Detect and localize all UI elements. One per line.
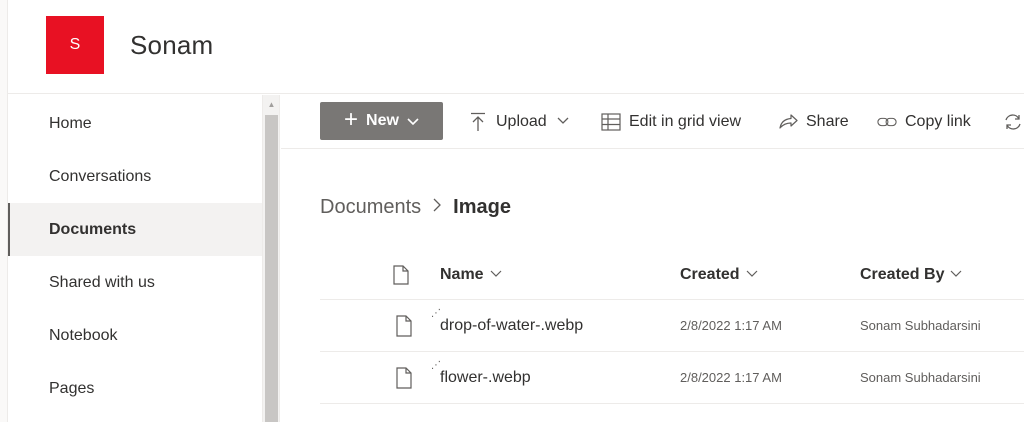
- created-date: 2/8/2022 1:17 AM: [680, 370, 782, 385]
- scroll-thumb[interactable]: [265, 115, 278, 422]
- chevron-down-icon: [490, 269, 502, 281]
- site-logo[interactable]: S: [46, 16, 104, 74]
- nav-item-label: Pages: [49, 379, 95, 397]
- table-row[interactable]: ⋰ drop-of-water-.webp 2/8/2022 1:17 AM S…: [320, 300, 1024, 352]
- sync-icon: [1003, 112, 1023, 132]
- nav-item-label: Home: [49, 114, 92, 132]
- copy-link-button[interactable]: Copy link: [877, 109, 971, 135]
- chevron-down-icon: [557, 116, 569, 128]
- created-by[interactable]: Sonam Subhadarsini: [860, 300, 981, 351]
- nav-item-documents[interactable]: Documents: [8, 203, 262, 256]
- new-button[interactable]: + New: [320, 102, 443, 140]
- column-header-created-by[interactable]: Created By: [860, 250, 962, 299]
- copy-link-label: Copy link: [905, 113, 971, 130]
- breadcrumb-parent[interactable]: Documents: [320, 196, 421, 219]
- nav-item-home[interactable]: Home: [8, 97, 262, 150]
- nav-item-label: Conversations: [49, 167, 152, 185]
- file-name-link[interactable]: drop-of-water-.webp: [440, 300, 583, 351]
- share-button[interactable]: Share: [778, 109, 849, 135]
- edit-in-grid-view-button[interactable]: Edit in grid view: [601, 109, 741, 135]
- chevron-down-icon: [950, 269, 962, 281]
- created-by[interactable]: Sonam Subhadarsini: [860, 352, 981, 403]
- table-row[interactable]: ⋰ flower-.webp 2/8/2022 1:17 AM Sonam Su…: [320, 352, 1024, 404]
- nav-item-pages[interactable]: Pages: [8, 362, 262, 415]
- sync-button[interactable]: [1003, 109, 1023, 135]
- nav-item-conversations[interactable]: Conversations: [8, 150, 262, 203]
- upload-arrow-icon: [468, 112, 488, 132]
- upload-label: Upload: [496, 113, 547, 130]
- nav-item-label: Documents: [49, 220, 137, 238]
- nav-item-label: Shared with us: [49, 273, 155, 291]
- file-type-header-icon[interactable]: [392, 250, 410, 299]
- table-header: Name Created Created By: [320, 250, 1024, 300]
- created-date: 2/8/2022 1:17 AM: [680, 318, 782, 333]
- site-header: S Sonam: [8, 0, 1024, 94]
- column-header-label: Created By: [860, 265, 945, 283]
- share-icon: [778, 112, 798, 132]
- column-header-label: Created: [680, 265, 740, 283]
- column-header-name[interactable]: Name: [440, 250, 502, 299]
- share-label: Share: [806, 113, 849, 130]
- sidebar-scrollbar[interactable]: ▲: [262, 95, 280, 422]
- edit-grid-label: Edit in grid view: [629, 113, 742, 130]
- upload-button[interactable]: Upload: [468, 109, 569, 135]
- grid-icon: [601, 112, 621, 132]
- chevron-down-icon: [746, 269, 758, 281]
- breadcrumb: Documents Image: [320, 196, 511, 219]
- scroll-up-icon[interactable]: ▲: [263, 95, 280, 113]
- breadcrumb-current: Image: [453, 196, 511, 218]
- left-edge-strip: [0, 0, 8, 422]
- link-icon: [877, 112, 897, 132]
- left-navigation: Home Conversations Documents Shared with…: [8, 95, 262, 422]
- nav-item-label: Notebook: [49, 326, 118, 344]
- document-list: Name Created Created By ⋰ drop-of-water-…: [320, 250, 1024, 404]
- command-bar: + New Upload Edit in grid view Share Cop…: [281, 95, 1024, 149]
- file-name-link[interactable]: flower-.webp: [440, 352, 531, 403]
- file-icon: [395, 352, 413, 403]
- new-button-label: New: [366, 112, 399, 129]
- nav-item-notebook[interactable]: Notebook: [8, 309, 262, 362]
- file-icon: [395, 300, 413, 351]
- chevron-down-icon: [407, 114, 419, 129]
- column-header-created[interactable]: Created: [680, 250, 758, 299]
- column-header-label: Name: [440, 265, 484, 283]
- chevron-right-icon: [433, 198, 442, 217]
- site-title[interactable]: Sonam: [130, 30, 213, 61]
- plus-icon: +: [344, 106, 359, 133]
- nav-item-shared-with-us[interactable]: Shared with us: [8, 256, 262, 309]
